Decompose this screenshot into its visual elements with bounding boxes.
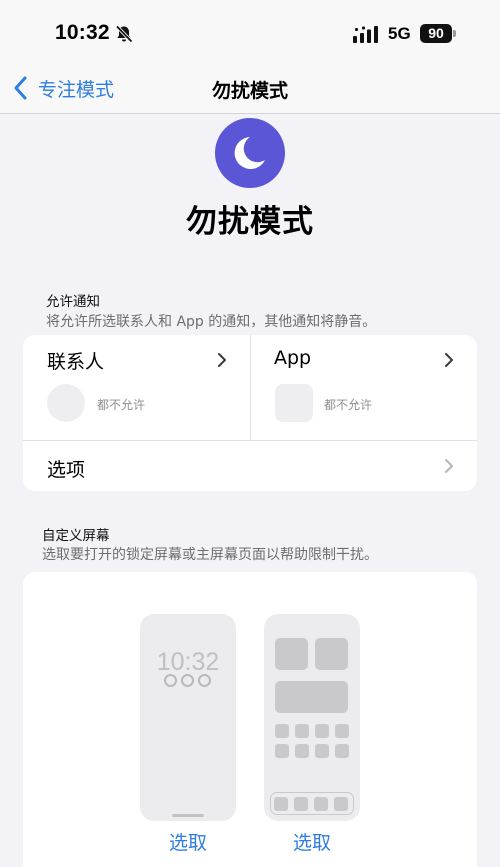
- app-icon-placeholder: [275, 744, 289, 758]
- choose-lock-screen-button[interactable]: 选取: [140, 828, 236, 855]
- moon-glyph: [234, 137, 265, 169]
- status-time: 10:32: [55, 21, 110, 44]
- nav-title: 勿扰模式: [211, 80, 288, 102]
- app-icon-placeholder: [315, 744, 329, 758]
- dock-icon-placeholder: [334, 796, 348, 811]
- nav-bar: 专注模式 勿扰模式: [0, 60, 500, 114]
- screen-section-title: 自定义屏幕: [42, 528, 110, 544]
- lock-widget-dot: [181, 674, 194, 687]
- tile-apps-status: 都不允许: [324, 398, 373, 412]
- app-icon-placeholder: [295, 724, 309, 738]
- app-icon-placeholder: [335, 724, 349, 738]
- battery-level: 90: [420, 24, 452, 43]
- battery-tip: [453, 30, 456, 37]
- screen-section-description: 选取要打开的锁定屏幕或主屏幕页面以帮助限制干扰。: [42, 547, 378, 563]
- allow-card: 联系人 都不允许 App 都不允许 选项: [23, 335, 477, 491]
- dock-icon-placeholder: [294, 796, 308, 811]
- battery-icon: 90: [420, 24, 458, 43]
- lock-widget-dot: [198, 674, 211, 687]
- bell-slash-icon: [115, 25, 133, 43]
- lock-widget-dot: [164, 674, 177, 687]
- status-bar: 10:32 5G 90: [0, 0, 500, 60]
- moon-icon: [215, 118, 285, 188]
- network-label: 5G: [388, 24, 411, 43]
- lock-preview-time: 10:32: [156, 648, 220, 676]
- signal-icon: [353, 26, 378, 43]
- widget-placeholder: [275, 638, 308, 670]
- screen-card: 10:32 选取 选取: [23, 572, 477, 867]
- chevron-right-icon: [218, 353, 226, 367]
- chevron-right-icon: [445, 353, 453, 367]
- options-row[interactable]: 选项: [23, 441, 477, 491]
- contact-avatar-placeholder: [47, 384, 85, 422]
- allow-section-description: 将允许所选联系人和 App 的通知，其他通知将静音。: [46, 314, 377, 330]
- lock-screen-preview[interactable]: 10:32: [140, 614, 236, 821]
- app-icon-placeholder: [295, 744, 309, 758]
- chevron-right-icon: [445, 459, 453, 473]
- allow-section-title: 允许通知: [46, 294, 100, 310]
- app-icon-placeholder: [335, 744, 349, 758]
- home-indicator: [172, 814, 204, 817]
- tile-contacts[interactable]: 联系人 都不允许: [23, 335, 250, 440]
- app-icon-placeholder: [315, 724, 329, 738]
- widget-placeholder: [275, 681, 348, 713]
- app-icon-placeholder: [275, 724, 289, 738]
- tile-contacts-status: 都不允许: [97, 398, 146, 412]
- choose-home-screen-button[interactable]: 选取: [264, 828, 360, 855]
- tile-apps-label: App: [274, 347, 312, 369]
- widget-placeholder: [315, 638, 348, 670]
- dock-icon-placeholder: [274, 796, 288, 811]
- lock-widgets: [164, 674, 211, 687]
- home-screen-preview[interactable]: [264, 614, 360, 821]
- tile-contacts-label: 联系人: [47, 351, 105, 373]
- options-label: 选项: [47, 459, 86, 481]
- dock-icon-placeholder: [314, 796, 328, 811]
- tile-apps[interactable]: App 都不允许: [251, 335, 477, 440]
- dock: [270, 792, 354, 815]
- page-title: 勿扰模式: [186, 204, 314, 240]
- app-icon-placeholder: [275, 384, 313, 422]
